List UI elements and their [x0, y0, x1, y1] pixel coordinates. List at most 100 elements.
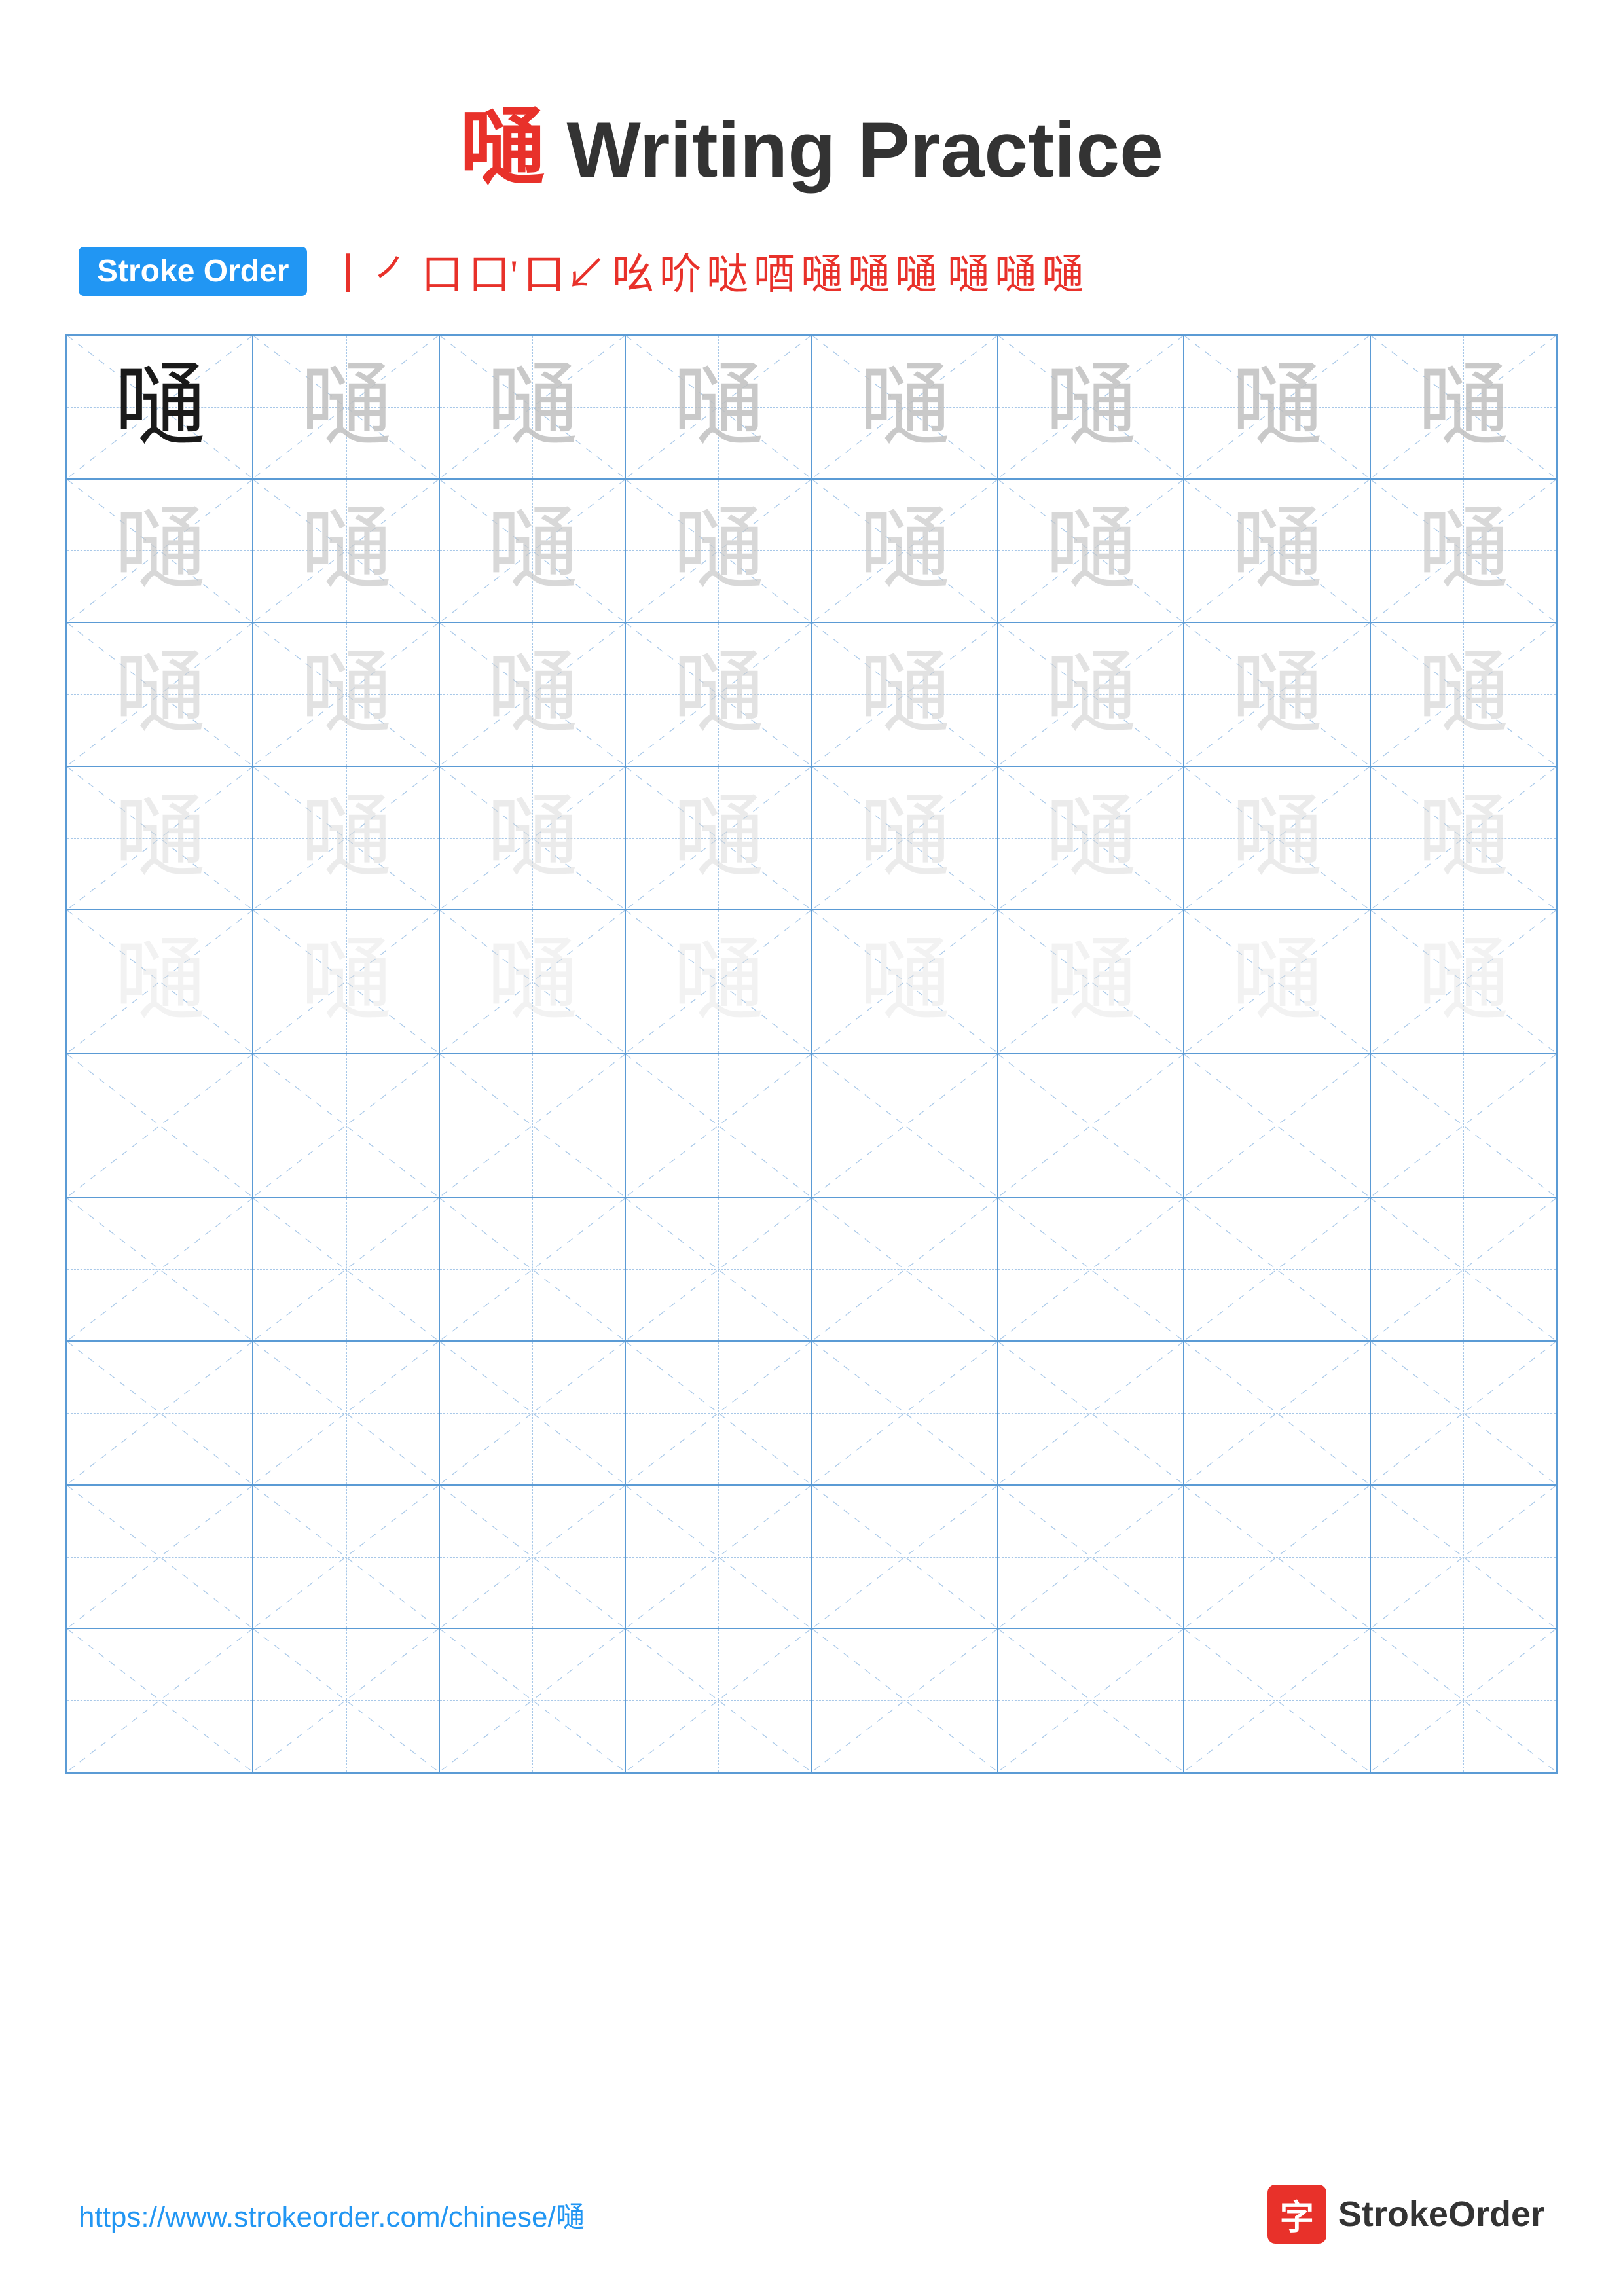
char-r2c8: 嗵	[1417, 505, 1509, 596]
char-r3c8: 嗵	[1417, 649, 1509, 740]
stroke-2: ㇒	[374, 241, 416, 301]
stroke-7: 吤	[659, 241, 701, 301]
grid-cell-r10c8[interactable]	[1370, 1628, 1556, 1772]
grid-cell-r3c8: 嗵	[1370, 622, 1556, 766]
grid-cell-r1c4: 嗵	[625, 335, 811, 479]
grid-cell-r7c5[interactable]	[812, 1198, 998, 1342]
grid-cell-r8c6[interactable]	[998, 1341, 1184, 1485]
stroke-12: 嗵	[895, 241, 937, 301]
grid-cell-r9c4[interactable]	[625, 1485, 811, 1629]
char-r1c7: 嗵	[1231, 361, 1322, 453]
grid-cell-r7c2[interactable]	[253, 1198, 439, 1342]
grid-cell-r10c4[interactable]	[625, 1628, 811, 1772]
char-r3c7: 嗵	[1231, 649, 1322, 740]
grid-cell-r10c6[interactable]	[998, 1628, 1184, 1772]
char-r5c8: 嗵	[1417, 936, 1509, 1028]
grid-cell-r5c4: 嗵	[625, 910, 811, 1054]
char-r2c2: 嗵	[301, 505, 392, 596]
stroke-sequence: 丨 ㇒ 口 口' 口↙ 吆 吤 哒 唒 嗵 嗵 嗵 嗵 嗵 嗵	[327, 241, 1084, 301]
grid-cell-r9c5[interactable]	[812, 1485, 998, 1629]
grid-cell-r4c3: 嗵	[439, 766, 625, 910]
grid-cell-r6c8[interactable]	[1370, 1054, 1556, 1198]
grid-cell-r3c6: 嗵	[998, 622, 1184, 766]
char-r3c2: 嗵	[301, 649, 392, 740]
grid-cell-r6c1[interactable]	[67, 1054, 253, 1198]
grid-cell-r8c4[interactable]	[625, 1341, 811, 1485]
grid-cell-r1c2: 嗵	[253, 335, 439, 479]
grid-cell-r3c4: 嗵	[625, 622, 811, 766]
stroke-8: 哒	[706, 241, 748, 301]
grid-cell-r1c1: 嗵	[67, 335, 253, 479]
grid-cell-r10c5[interactable]	[812, 1628, 998, 1772]
practice-grid-container: 嗵 嗵 嗵 嗵 嗵 嗵 嗵 嗵	[0, 334, 1623, 1774]
grid-cell-r3c2: 嗵	[253, 622, 439, 766]
grid-cell-r7c6[interactable]	[998, 1198, 1184, 1342]
char-r5c7: 嗵	[1231, 936, 1322, 1028]
grid-cell-r6c2[interactable]	[253, 1054, 439, 1198]
char-r4c1: 嗵	[114, 793, 206, 884]
footer-logo: 字 StrokeOrder	[1267, 2185, 1544, 2244]
grid-cell-r8c5[interactable]	[812, 1341, 998, 1485]
stroke-4: 口'	[468, 241, 518, 301]
char-r5c5: 嗵	[859, 936, 951, 1028]
char-r5c3: 嗵	[486, 936, 578, 1028]
char-r1c1: 嗵	[114, 361, 206, 453]
stroke-1: 丨	[327, 241, 369, 301]
grid-cell-r4c6: 嗵	[998, 766, 1184, 910]
grid-cell-r8c8[interactable]	[1370, 1341, 1556, 1485]
grid-cell-r9c7[interactable]	[1184, 1485, 1370, 1629]
grid-cell-r6c7[interactable]	[1184, 1054, 1370, 1198]
grid-cell-r6c6[interactable]	[998, 1054, 1184, 1198]
grid-cell-r10c1[interactable]	[67, 1628, 253, 1772]
char-r3c5: 嗵	[859, 649, 951, 740]
title-text: Writing Practice	[545, 106, 1163, 194]
char-r2c7: 嗵	[1231, 505, 1322, 596]
grid-cell-r2c8: 嗵	[1370, 479, 1556, 623]
grid-cell-r5c6: 嗵	[998, 910, 1184, 1054]
char-r4c2: 嗵	[301, 793, 392, 884]
grid-cell-r6c3[interactable]	[439, 1054, 625, 1198]
grid-cell-r2c6: 嗵	[998, 479, 1184, 623]
grid-cell-r1c6: 嗵	[998, 335, 1184, 479]
grid-cell-r9c8[interactable]	[1370, 1485, 1556, 1629]
grid-cell-r1c8: 嗵	[1370, 335, 1556, 479]
grid-cell-r10c2[interactable]	[253, 1628, 439, 1772]
grid-cell-r8c1[interactable]	[67, 1341, 253, 1485]
char-r4c6: 嗵	[1045, 793, 1137, 884]
grid-cell-r10c7[interactable]	[1184, 1628, 1370, 1772]
char-r3c1: 嗵	[114, 649, 206, 740]
grid-cell-r8c3[interactable]	[439, 1341, 625, 1485]
grid-cell-r8c2[interactable]	[253, 1341, 439, 1485]
grid-cell-r9c3[interactable]	[439, 1485, 625, 1629]
char-r1c6: 嗵	[1045, 361, 1137, 453]
grid-cell-r8c7[interactable]	[1184, 1341, 1370, 1485]
grid-cell-r9c1[interactable]	[67, 1485, 253, 1629]
grid-cell-r9c2[interactable]	[253, 1485, 439, 1629]
grid-cell-r7c1[interactable]	[67, 1198, 253, 1342]
grid-cell-r7c4[interactable]	[625, 1198, 811, 1342]
char-r2c6: 嗵	[1045, 505, 1137, 596]
grid-cell-r6c5[interactable]	[812, 1054, 998, 1198]
grid-cell-r1c3: 嗵	[439, 335, 625, 479]
grid-cell-r10c3[interactable]	[439, 1628, 625, 1772]
grid-cell-r7c8[interactable]	[1370, 1198, 1556, 1342]
char-r1c2: 嗵	[301, 361, 392, 453]
char-r5c6: 嗵	[1045, 936, 1137, 1028]
footer-logo-icon: 字	[1267, 2185, 1326, 2244]
grid-cell-r2c2: 嗵	[253, 479, 439, 623]
grid-cell-r7c3[interactable]	[439, 1198, 625, 1342]
grid-cell-r2c5: 嗵	[812, 479, 998, 623]
grid-cell-r2c3: 嗵	[439, 479, 625, 623]
grid-cell-r1c7: 嗵	[1184, 335, 1370, 479]
char-r4c7: 嗵	[1231, 793, 1322, 884]
footer-url-link[interactable]: https://www.strokeorder.com/chinese/嗵	[79, 2193, 585, 2235]
char-r4c5: 嗵	[859, 793, 951, 884]
stroke-order-badge: Stroke Order	[79, 247, 307, 296]
grid-cell-r6c4[interactable]	[625, 1054, 811, 1198]
grid-cell-r4c4: 嗵	[625, 766, 811, 910]
grid-cell-r5c2: 嗵	[253, 910, 439, 1054]
grid-cell-r9c6[interactable]	[998, 1485, 1184, 1629]
grid-cell-r3c1: 嗵	[67, 622, 253, 766]
practice-grid: 嗵 嗵 嗵 嗵 嗵 嗵 嗵 嗵	[65, 334, 1558, 1774]
grid-cell-r7c7[interactable]	[1184, 1198, 1370, 1342]
